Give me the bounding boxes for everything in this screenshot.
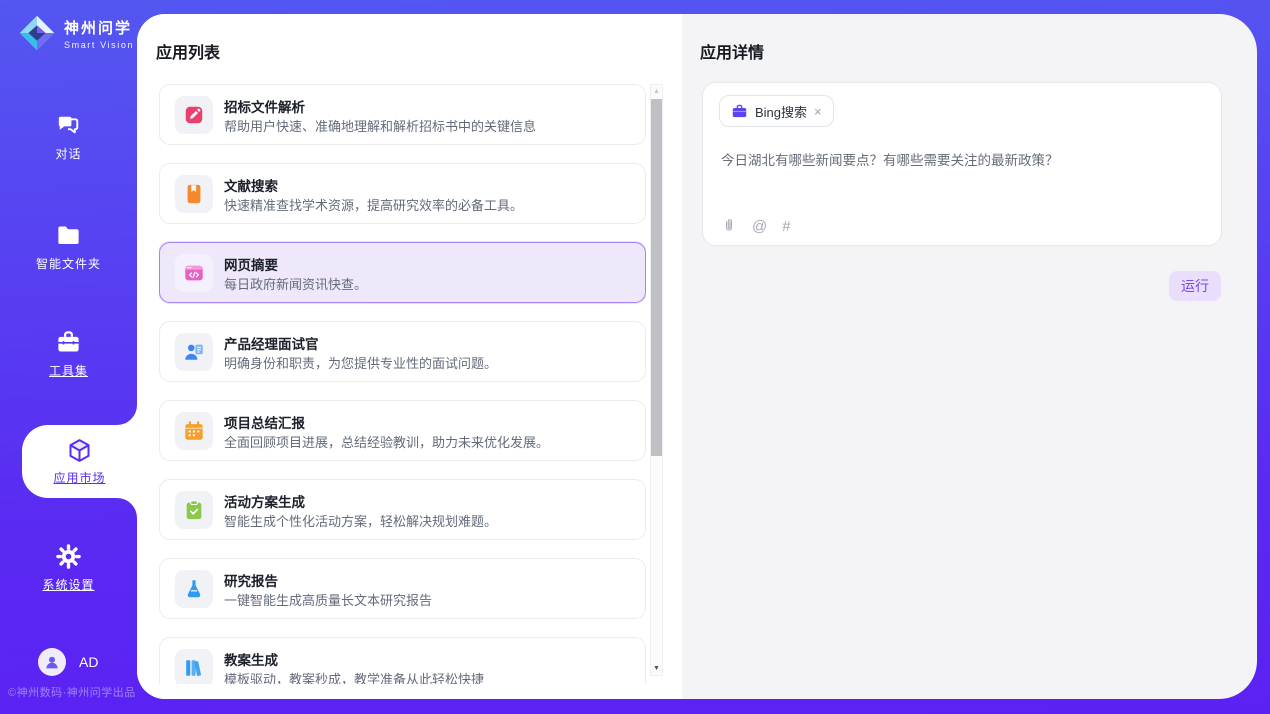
app-desc: 模板驱动，教案秒成，教学准备从此轻松快捷 (224, 669, 484, 684)
app-desc: 帮助用户快速、准确地理解和解析招标书中的关键信息 (224, 116, 536, 135)
app-list-title: 应用列表 (156, 39, 220, 63)
close-icon[interactable]: × (814, 104, 822, 119)
sidebar-item-app-market[interactable]: 应用市场 (22, 425, 137, 498)
brand-name: 神州问学 (64, 17, 134, 38)
research-flask-icon (175, 570, 213, 608)
sidebar-item-chat[interactable]: 对话 (0, 112, 137, 162)
avatar (38, 648, 66, 676)
sidebar-item-label: 工具集 (49, 362, 88, 379)
app-card-lesson-plan-generator[interactable]: 教案生成 模板驱动，教案秒成，教学准备从此轻松快捷 (159, 637, 646, 684)
app-card-literature-search[interactable]: 文献搜索 快速精准查找学术资源，提高研究效率的必备工具。 (159, 163, 646, 224)
app-card-event-plan-generator[interactable]: 活动方案生成 智能生成个性化活动方案，轻松解决规划难题。 (159, 479, 646, 540)
copyright-text: ©神州数码·神州问学出品 (8, 684, 136, 700)
user-account[interactable]: AD (38, 648, 98, 676)
app-title: 项目总结汇报 (224, 412, 305, 432)
app-card-project-summary-report[interactable]: 项目总结汇报 全面回顾项目进展，总结经验教训，助力未来优化发展。 (159, 400, 646, 461)
app-card-web-summary[interactable]: 网页摘要 每日政府新闻资讯快查。 (159, 242, 646, 303)
user-name: AD (79, 654, 98, 670)
book-icon (175, 175, 213, 213)
briefcase-icon (731, 103, 748, 120)
edit-document-icon (175, 96, 213, 134)
brand-tagline: Smart Vision (64, 40, 134, 50)
sidebar-item-label: 系统设置 (42, 576, 94, 593)
sidebar-item-settings[interactable]: 系统设置 (0, 543, 137, 593)
app-title: 网页摘要 (224, 254, 278, 274)
app-card-bid-document-analysis[interactable]: 招标文件解析 帮助用户快速、准确地理解和解析招标书中的关键信息 (159, 84, 646, 145)
books-icon (175, 649, 213, 684)
chat-icon (55, 112, 82, 139)
browser-code-icon (175, 254, 213, 292)
app-card-list: 招标文件解析 帮助用户快速、准确地理解和解析招标书中的关键信息 文献搜索 快速精… (159, 84, 646, 684)
calendar-icon (175, 412, 213, 450)
app-desc: 每日政府新闻资讯快查。 (224, 274, 367, 293)
brand-logo: 神州问学 Smart Vision (18, 14, 134, 52)
prompt-composer[interactable]: Bing搜索 × 今日湖北有哪些新闻要点？有哪些需要关注的最新政策？ @ # (702, 82, 1222, 246)
app-title: 活动方案生成 (224, 491, 305, 511)
toolbox-icon (55, 329, 82, 356)
app-card-research-report[interactable]: 研究报告 一键智能生成高质量长文本研究报告 (159, 558, 646, 619)
interviewer-icon (175, 333, 213, 371)
gear-icon (55, 543, 82, 570)
tool-chip-label: Bing搜索 (755, 102, 807, 121)
sidebar: 神州问学 Smart Vision 对话 智能文件夹 (0, 0, 137, 714)
diamond-logo-icon (18, 14, 56, 52)
scrollbar-thumb[interactable] (651, 99, 662, 456)
app-card-pm-interviewer[interactable]: 产品经理面试官 明确身份和职责，为您提供专业性的面试问题。 (159, 321, 646, 382)
sidebar-item-smart-folders[interactable]: 智能文件夹 (0, 222, 137, 272)
app-title: 招标文件解析 (224, 96, 305, 116)
paperclip-icon[interactable] (721, 217, 737, 235)
tool-chip-bing-search[interactable]: Bing搜索 × (719, 95, 834, 127)
sidebar-item-label: 对话 (55, 145, 81, 162)
app-detail-panel: 应用详情 Bing搜索 × 今日湖北有哪些新闻要点？有哪些需要关注的最新政策？ (682, 14, 1257, 699)
app-list-panel: 应用列表 招标文件解析 帮助用户快速、准确地理解和解析招标书中的关键信息 (137, 14, 682, 699)
sidebar-item-label: 应用市场 (53, 469, 105, 486)
app-title: 研究报告 (224, 570, 278, 590)
app-title: 文献搜索 (224, 175, 278, 195)
sidebar-item-label: 智能文件夹 (36, 255, 101, 272)
scroll-down-icon[interactable]: ▼ (651, 662, 662, 675)
cube-icon (66, 437, 93, 464)
sidebar-item-toolset[interactable]: 工具集 (0, 329, 137, 379)
run-button[interactable]: 运行 (1169, 271, 1221, 301)
app-desc: 一键智能生成高质量长文本研究报告 (224, 590, 432, 609)
app-desc: 全面回顾项目进展，总结经验教训，助力未来优化发展。 (224, 432, 549, 451)
app-desc: 快速精准查找学术资源，提高研究效率的必备工具。 (224, 195, 523, 214)
app-desc: 明确身份和职责，为您提供专业性的面试问题。 (224, 353, 497, 372)
composer-toolbar: @ # (721, 217, 791, 235)
clipboard-check-icon (175, 491, 213, 529)
app-title: 产品经理面试官 (224, 333, 319, 353)
main-content: 应用列表 招标文件解析 帮助用户快速、准确地理解和解析招标书中的关键信息 (137, 14, 1257, 699)
scroll-up-icon[interactable]: ▲ (651, 85, 662, 98)
app-desc: 智能生成个性化活动方案，轻松解决规划难题。 (224, 511, 497, 530)
hash-icon[interactable]: # (782, 218, 790, 235)
folder-icon (55, 222, 82, 249)
app-detail-title: 应用详情 (700, 39, 764, 63)
at-icon[interactable]: @ (752, 218, 767, 235)
app-title: 教案生成 (224, 649, 278, 669)
prompt-text[interactable]: 今日湖北有哪些新闻要点？有哪些需要关注的最新政策？ (721, 151, 1201, 171)
list-scrollbar[interactable]: ▲ ▼ (650, 84, 663, 676)
